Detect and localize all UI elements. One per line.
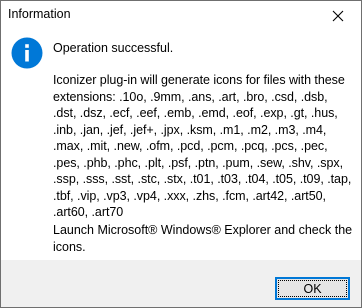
information-dialog: Information Operation successful. Iconiz… xyxy=(0,0,362,308)
message-area: Operation successful. Iconizer plug-in w… xyxy=(1,31,361,260)
close-button[interactable] xyxy=(315,1,361,31)
ok-button[interactable]: OK xyxy=(275,277,350,300)
message-footer: Launch Microsoft® Windows® Explorer and … xyxy=(53,223,353,254)
button-bar: OK xyxy=(1,260,361,307)
message-body: Iconizer plug-in will generate icons for… xyxy=(53,73,352,219)
ok-button-label: OK xyxy=(303,281,322,296)
message-heading: Operation successful. xyxy=(53,41,174,55)
window-title: Information xyxy=(8,7,71,21)
close-icon xyxy=(332,10,344,22)
info-icon xyxy=(11,37,43,69)
title-bar[interactable]: Information xyxy=(1,1,361,31)
